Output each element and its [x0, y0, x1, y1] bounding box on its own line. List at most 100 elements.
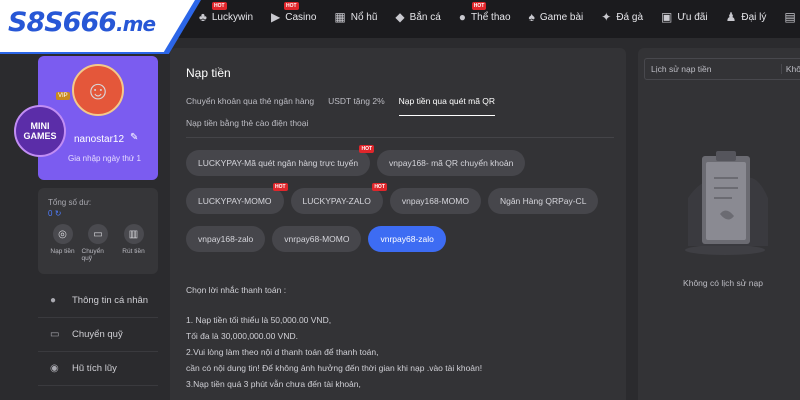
site-logo[interactable]: S8S666.me: [0, 0, 195, 52]
payment-method-button[interactable]: vnrpay68-MOMO: [272, 226, 362, 252]
balance-card: Tổng số dư: 0 ↻ ◎ Nạp tiền ▭ Chuyển quỹ …: [38, 188, 158, 274]
slot-icon: ▦: [334, 10, 346, 24]
nav-label: Ưu đãi: [677, 11, 708, 23]
agent-icon: ♟: [725, 10, 737, 24]
menu-item-label: Hũ tích lũy: [72, 363, 117, 374]
payment-method-label: vnpay168-MOMO: [401, 196, 469, 206]
hot-badge: HOT: [471, 2, 487, 10]
payment-method-label: LUCKYPAY-ZALO: [302, 196, 371, 206]
payment-method-button[interactable]: vnrpay68-zalo: [368, 226, 446, 252]
hot-badge: HOT: [284, 2, 299, 10]
logo-text: S8S666.me: [8, 7, 156, 38]
joined-days: Gia nhập ngày thứ 1: [68, 154, 141, 163]
hot-badge: HOT: [272, 183, 288, 191]
nav-label: Thể thao: [471, 11, 511, 23]
instruction-line: cần có nội dung tin! Để không ảnh hưởng …: [186, 363, 483, 373]
cockfight-icon: ✦: [601, 10, 612, 24]
deposit-label: Nạp tiền: [50, 248, 75, 255]
tab-history-2[interactable]: Khô: [780, 64, 800, 74]
instructions-heading: Chọn lời nhắc thanh toán :: [186, 285, 287, 295]
nav-label: Game bài: [539, 11, 584, 23]
payment-method-label: vnrpay68-zalo: [380, 234, 434, 244]
nav-item-agent[interactable]: ♟ Đại lý: [717, 0, 776, 34]
hot-badge: HOT: [212, 2, 227, 10]
nav-label: Bắn cá: [409, 11, 441, 23]
nav-label: Luckywin: [211, 11, 254, 23]
nav-item-casino[interactable]: ▶ Casino HOT: [262, 0, 325, 34]
menu-item-profile[interactable]: ● Thông tin cá nhân: [38, 284, 158, 318]
nav-item-cockfight[interactable]: ✦ Đá gà: [592, 0, 652, 34]
username: nanostar12: [74, 134, 125, 145]
empty-history-text: Không có lịch sử nạp: [683, 278, 763, 288]
payment-method-button[interactable]: Ngân Hàng QRPay-CL: [487, 188, 599, 214]
wallet-icon: ▭: [50, 329, 60, 340]
menu-item-label: Thông tin cá nhân: [72, 295, 149, 306]
minigames-line1: MINI: [30, 121, 50, 131]
tab-deposit-history[interactable]: Lịch sử nạp tiền: [651, 64, 712, 74]
withdraw-icon: ▥: [123, 224, 144, 244]
sport-icon: ●: [458, 10, 467, 24]
empty-clipboard-icon: [685, 151, 768, 255]
history-panel: Lịch sử nạp tiền Khô Không có lịch sử nạ…: [638, 48, 800, 400]
avatar[interactable]: ☺: [72, 64, 124, 116]
menu-item-transfer[interactable]: ▭ Chuyển quỹ: [38, 318, 158, 352]
instruction-line: 3.Nạp tiền quá 3 phút vẫn chưa đến tài k…: [186, 379, 361, 389]
page-title: Nạp tiền: [186, 66, 231, 80]
menu-item-jackpot[interactable]: ◉ Hũ tích lũy: [38, 352, 158, 386]
payment-method-button[interactable]: vnpay168-MOMO: [389, 188, 481, 214]
deposit-panel: Nạp tiền Chuyển khoản qua thẻ ngân hàng …: [170, 48, 626, 400]
payment-method-label: LUCKYPAY-Mã quét ngân hàng trực tuyến: [198, 158, 359, 168]
refresh-icon[interactable]: ↻: [55, 209, 62, 218]
fish-icon: ◆: [395, 10, 405, 24]
jar-icon: ◉: [50, 363, 59, 374]
nav-item-fish[interactable]: ◆ Bắn cá: [386, 0, 449, 34]
instruction-line: Tối đa là 30,000,000.00 VND.: [186, 331, 298, 341]
transfer-action[interactable]: ▭ Chuyển quỹ: [82, 224, 115, 268]
payment-method-button[interactable]: LUCKYPAY-MOMO HOT: [186, 183, 288, 214]
tab-bank-transfer[interactable]: Chuyển khoản qua thẻ ngân hàng: [186, 96, 314, 116]
payment-methods: LUCKYPAY-Mã quét ngân hàng trực tuyến HOT…: [186, 145, 606, 252]
payment-method-button[interactable]: vnpay168-zalo: [186, 226, 266, 252]
minigames-line2: GAMES: [23, 131, 57, 141]
payment-method-button[interactable]: LUCKYPAY-Mã quét ngân hàng trực tuyến HOT: [186, 145, 375, 176]
deposit-action[interactable]: ◎ Nạp tiền: [46, 224, 79, 268]
tab-phone-card[interactable]: Nạp tiền bằng thẻ cào điện thoại: [186, 118, 614, 138]
hot-badge: HOT: [372, 183, 387, 191]
nav-label: Casino: [285, 11, 317, 23]
nav-item-support[interactable]: ▤Hỗ trợ: [775, 0, 800, 34]
cards-icon: ♠: [528, 10, 535, 24]
nav-label: Đá gà: [616, 11, 644, 23]
main-nav: ♣ Luckywin HOT ▶ Casino HOT ▦ Nổ hũ ◆ Bắn cá ● Thể …: [190, 0, 800, 34]
tab-row: Chuyển khoản qua thẻ ngân hàng USDT tặng…: [186, 96, 614, 116]
payment-method-button[interactable]: LUCKYPAY-ZALO HOT: [290, 183, 387, 214]
hot-badge: HOT: [359, 145, 375, 153]
payment-method-label: vnpay168-zalo: [198, 234, 254, 244]
nav-label: Nổ hũ: [350, 11, 378, 23]
tab-usdt[interactable]: USDT tặng 2%: [328, 96, 385, 116]
payment-instructions: Chọn lời nhắc thanh toán : 1. Nạp tiền t…: [186, 282, 616, 392]
nav-item-sport[interactable]: ● Thể thao HOT: [450, 0, 520, 34]
withdraw-action[interactable]: ▥ Rút tiền: [117, 224, 150, 268]
menu-item-label: Chuyển quỹ: [72, 329, 123, 340]
user-icon: ●: [50, 295, 57, 306]
nav-item-slot[interactable]: ▦ Nổ hũ: [325, 0, 386, 34]
nav-item-luckywin[interactable]: ♣ Luckywin HOT: [190, 0, 262, 34]
balance-label: Tổng số dư:: [48, 198, 92, 207]
transfer-label: Chuyển quỹ: [81, 248, 104, 262]
vip-badge: VIP: [56, 92, 70, 100]
deposit-tabs: Chuyển khoản qua thẻ ngân hàng USDT tặng…: [186, 96, 614, 138]
side-menu: ● Thông tin cá nhân ▭ Chuyển quỹ ◉ Hũ tí…: [38, 284, 158, 386]
nav-item-cards[interactable]: ♠ Game bài: [520, 0, 593, 34]
nav-item-gift[interactable]: ▣ Ưu đãi: [652, 0, 717, 34]
payment-method-label: Ngân Hàng QRPay-CL: [499, 196, 587, 206]
balance-value: 0 ↻: [48, 209, 62, 218]
edit-icon[interactable]: ✎: [130, 132, 138, 143]
payment-method-button[interactable]: vnpay168- mã QR chuyển khoản: [377, 150, 526, 176]
nav-label: Đại lý: [741, 11, 767, 23]
tab-qr[interactable]: Nạp tiền qua quét mã QR: [398, 96, 496, 116]
minigames-badge[interactable]: MINI GAMES: [14, 105, 66, 157]
instruction-line: 2.Vui lòng làm theo nội d thanh toán để …: [186, 347, 379, 357]
wallet-actions: ◎ Nạp tiền ▭ Chuyển quỹ ▥ Rút tiền: [46, 224, 150, 268]
gift-icon: ▣: [661, 10, 673, 24]
instruction-line: 1. Nạp tiền tối thiểu là 50,000.00 VND,: [186, 315, 332, 325]
